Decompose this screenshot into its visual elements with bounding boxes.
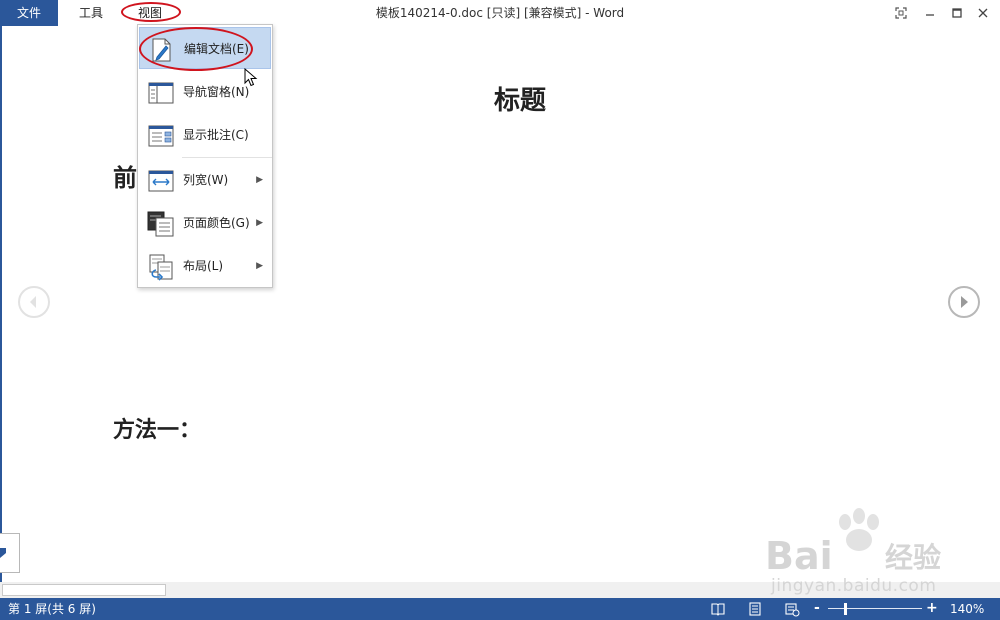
zoom-slider-thumb[interactable] bbox=[843, 603, 847, 615]
window-title: 模板140214-0.doc [只读] [兼容模式] - Word bbox=[375, 6, 625, 20]
paw-logo-icon bbox=[839, 508, 879, 551]
chevron-right-icon bbox=[961, 296, 968, 308]
watermark-brand: Bai bbox=[765, 534, 833, 578]
menu-item-label: 显示批注(C) bbox=[183, 128, 249, 142]
document-section-title: 前 bbox=[113, 164, 137, 192]
status-bar: 第 1 屏(共 6 屏) - + 140% bbox=[0, 598, 1000, 620]
title-bar: 文件 工具 视图 模板140214-0.doc [只读] [兼容模式] - Wo… bbox=[0, 0, 1000, 26]
print-layout-icon[interactable] bbox=[747, 601, 763, 617]
menu-item-show-comments[interactable]: 显示批注(C) bbox=[139, 114, 271, 156]
zoom-level[interactable]: 140% bbox=[950, 598, 984, 620]
zoom-in-button[interactable]: + bbox=[926, 598, 938, 620]
chevron-left-icon bbox=[30, 296, 36, 308]
mouse-cursor-icon bbox=[244, 67, 260, 92]
navigation-pane-icon bbox=[147, 79, 175, 107]
page-color-icon bbox=[147, 210, 175, 238]
submenu-arrow-icon: ▶ bbox=[256, 261, 263, 271]
window-edge bbox=[0, 26, 2, 598]
fullscreen-icon[interactable] bbox=[893, 5, 909, 21]
minimize-icon[interactable] bbox=[922, 5, 938, 21]
page-indicator: 第 1 屏(共 6 屏) bbox=[8, 602, 96, 616]
tab-file[interactable]: 文件 bbox=[0, 0, 58, 26]
side-panel-tab[interactable] bbox=[0, 533, 20, 573]
column-width-icon bbox=[147, 167, 175, 195]
watermark: Bai 经验 jingyan.baidu.com bbox=[765, 508, 975, 600]
menu-separator bbox=[182, 157, 272, 158]
menu-item-column-width[interactable]: 列宽(W) ▶ bbox=[139, 159, 271, 201]
next-page-button[interactable] bbox=[948, 286, 980, 318]
menu-item-label: 页面颜色(G) bbox=[183, 216, 250, 230]
tab-tools[interactable]: 工具 bbox=[70, 0, 112, 26]
zoom-out-button[interactable]: - bbox=[814, 598, 820, 620]
annotation-circle-view-tab bbox=[121, 2, 181, 22]
watermark-brand-cn: 经验 bbox=[885, 541, 942, 574]
annotation-circle-edit-document bbox=[139, 27, 253, 71]
zoom-slider[interactable] bbox=[828, 608, 922, 609]
menu-item-label: 导航窗格(N) bbox=[183, 85, 250, 99]
menu-item-page-color[interactable]: 页面颜色(G) ▶ bbox=[139, 202, 271, 244]
horizontal-scrollbar-thumb[interactable] bbox=[2, 584, 166, 596]
watermark-url: jingyan.baidu.com bbox=[771, 576, 937, 596]
maximize-icon[interactable] bbox=[949, 5, 965, 21]
layout-icon bbox=[147, 253, 175, 281]
submenu-arrow-icon: ▶ bbox=[256, 218, 263, 228]
menu-item-label: 布局(L) bbox=[183, 259, 224, 273]
document-section-title-method: 方法一： bbox=[113, 418, 202, 443]
submenu-arrow-icon: ▶ bbox=[256, 175, 263, 185]
read-mode-icon[interactable] bbox=[710, 601, 726, 617]
document-heading: 标题 bbox=[493, 86, 546, 116]
show-comments-icon bbox=[147, 122, 175, 150]
menu-item-label: 列宽(W) bbox=[183, 173, 229, 187]
web-layout-icon[interactable] bbox=[784, 601, 800, 617]
close-icon[interactable] bbox=[975, 5, 991, 21]
previous-page-button[interactable] bbox=[18, 286, 50, 318]
bookmark-icon bbox=[0, 548, 6, 558]
menu-item-layout[interactable]: 布局(L) ▶ bbox=[139, 245, 271, 287]
